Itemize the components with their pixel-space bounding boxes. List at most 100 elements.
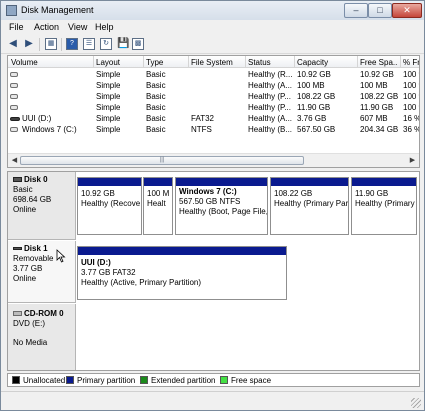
volume-type: Basic <box>146 70 166 79</box>
volume-file-system: FAT32 <box>191 114 214 123</box>
volume-free-space: 108.22 GB <box>360 92 399 101</box>
volume-type: Basic <box>146 92 166 101</box>
column-divider[interactable] <box>357 56 358 68</box>
partition-block[interactable]: 100 M Healt <box>143 177 173 235</box>
status-bar <box>1 391 424 410</box>
help-icon[interactable]: ? <box>66 38 78 50</box>
toolbar: ◀ ▶ ▦ ? ☰ ↻ 💾 ▩ <box>1 35 424 54</box>
hard-disk-icon <box>13 177 22 182</box>
volume-row[interactable]: Simple Basic Healthy (R... 10.92 GB 10.9… <box>8 69 419 80</box>
column-header-volume[interactable]: Volume <box>11 58 91 67</box>
volume-row[interactable]: Simple Basic Healthy (P... 11.90 GB 11.9… <box>8 102 419 113</box>
volume-row[interactable]: Simple Basic Healthy (P... 108.22 GB 108… <box>8 91 419 102</box>
partition-block[interactable]: UUI (D:) 3.77 GB FAT32 Healthy (Active, … <box>77 246 287 300</box>
close-button[interactable]: ✕ <box>392 3 422 18</box>
back-arrow-icon[interactable]: ◀ <box>7 38 19 50</box>
volume-percent-free: 100 % <box>403 81 419 90</box>
volume-free-space: 10.92 GB <box>360 70 394 79</box>
properties-icon[interactable]: ☰ <box>83 38 95 50</box>
legend-label: Primary partition <box>77 376 136 385</box>
volume-type: Basic <box>146 125 166 134</box>
column-divider[interactable] <box>143 56 144 68</box>
volume-layout: Simple <box>96 114 121 123</box>
partition-block[interactable]: Windows 7 (C:) 567.50 GB NTFS Healthy (B… <box>175 177 268 235</box>
console-tree-icon[interactable]: ▦ <box>45 38 57 50</box>
partition-title: Windows 7 (C:) <box>179 187 237 196</box>
volume-status: Healthy (P... <box>248 92 291 101</box>
volume-row[interactable]: Simple Basic Healthy (A... 100 MB 100 MB… <box>8 80 419 91</box>
column-header-status[interactable]: Status <box>248 58 292 67</box>
disk-name: Disk 0 <box>24 175 48 184</box>
disk-map: Disk 0 Basic 698.64 GB Online 10.92 GB H… <box>7 171 420 371</box>
scroll-right-icon[interactable]: ▶ <box>407 155 418 166</box>
column-divider[interactable] <box>93 56 94 68</box>
primary-partition-bar <box>271 178 348 186</box>
disk-label-disk-0[interactable]: Disk 0 Basic 698.64 GB Online <box>8 172 76 240</box>
disk-management-app-icon[interactable] <box>6 5 17 16</box>
partition-status: Healthy (Recove <box>81 199 141 208</box>
volume-name: Windows 7 (C:) <box>22 125 77 134</box>
legend-label: Free space <box>231 376 272 385</box>
partition-status: Healthy (Primary Par <box>274 199 349 208</box>
disk-name: CD-ROM 0 <box>24 309 64 318</box>
disk-name: Disk 1 <box>24 244 48 253</box>
drive-icon <box>10 72 18 77</box>
partition-size: 108.22 GB <box>274 189 313 198</box>
column-divider[interactable] <box>245 56 246 68</box>
drive-icon <box>10 127 18 132</box>
volume-layout: Simple <box>96 81 121 90</box>
drive-icon <box>10 83 18 88</box>
volume-capacity: 3.76 GB <box>297 114 327 123</box>
volume-name: UUI (D:) <box>22 114 52 123</box>
usb-drive-icon <box>10 117 20 121</box>
toolbar-separator <box>39 38 40 51</box>
partition-block[interactable]: 10.92 GB Healthy (Recove <box>77 177 142 235</box>
scroll-left-icon[interactable]: ◀ <box>9 155 20 166</box>
title-bar: Disk Management – □ ✕ <box>1 1 424 20</box>
volume-capacity: 100 MB <box>297 81 325 90</box>
rescan-icon[interactable]: 💾 <box>117 38 129 50</box>
volume-free-space: 100 MB <box>360 81 388 90</box>
disk-properties-icon[interactable]: ▩ <box>132 38 144 50</box>
resize-grip[interactable] <box>411 398 421 408</box>
refresh-icon[interactable]: ↻ <box>100 38 112 50</box>
column-header-percent-free[interactable]: % Fre <box>403 58 419 67</box>
column-divider[interactable] <box>188 56 189 68</box>
volume-percent-free: 100 % <box>403 92 419 101</box>
disk-size: 698.64 GB <box>13 195 52 204</box>
partition-block[interactable]: 108.22 GB Healthy (Primary Par <box>270 177 349 235</box>
disk-label-cd-rom-0[interactable]: CD-ROM 0 DVD (E:) No Media <box>8 304 76 370</box>
volume-percent-free: 100 % <box>403 103 419 112</box>
scrollbar-thumb[interactable]: ||| <box>20 156 304 165</box>
volume-row[interactable]: UUI (D:) Simple Basic FAT32 Healthy (A..… <box>8 113 419 124</box>
maximize-button[interactable]: □ <box>368 3 392 18</box>
partition-block[interactable]: 11.90 GB Healthy (Primary <box>351 177 417 235</box>
menu-action[interactable]: Action <box>34 22 59 32</box>
horizontal-scrollbar[interactable]: ◀ ||| ▶ <box>8 153 419 167</box>
column-header-layout[interactable]: Layout <box>96 58 141 67</box>
legend-item: Free space <box>220 376 271 385</box>
volume-capacity: 11.90 GB <box>297 103 331 112</box>
volume-capacity: 10.92 GB <box>297 70 331 79</box>
partition-legend: Unallocated Primary partition Extended p… <box>7 373 420 387</box>
menu-file[interactable]: File <box>9 22 24 32</box>
volume-layout: Simple <box>96 70 121 79</box>
minimize-button[interactable]: – <box>344 3 368 18</box>
column-divider[interactable] <box>294 56 295 68</box>
disk-state: No Media <box>13 338 48 347</box>
volume-status: Healthy (A... <box>248 114 293 123</box>
column-header-free-space[interactable]: Free Spa... <box>360 58 398 67</box>
forward-arrow-icon[interactable]: ▶ <box>23 38 35 50</box>
column-header-file-system[interactable]: File System <box>191 58 243 67</box>
partition-size: 567.50 GB NTFS <box>179 197 241 206</box>
menu-view[interactable]: View <box>68 22 87 32</box>
column-divider[interactable] <box>400 56 401 68</box>
partition-status: Healthy (Boot, Page File, <box>179 207 268 216</box>
volume-percent-free: 16 % <box>403 114 419 123</box>
column-header-capacity[interactable]: Capacity <box>297 58 355 67</box>
primary-partition-bar <box>144 178 172 186</box>
disk-row-cd-rom-0: CD-ROM 0 DVD (E:) No Media <box>8 304 419 370</box>
column-header-type[interactable]: Type <box>146 58 186 67</box>
menu-help[interactable]: Help <box>95 22 114 32</box>
volume-row[interactable]: Windows 7 (C:) Simple Basic NTFS Healthy… <box>8 124 419 135</box>
